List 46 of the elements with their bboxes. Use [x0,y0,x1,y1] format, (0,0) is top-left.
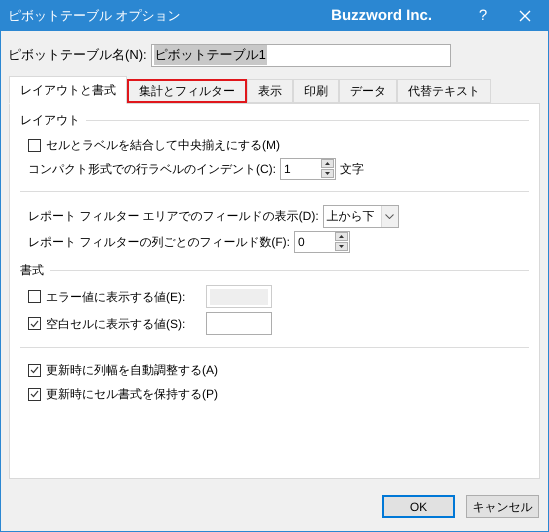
spin-buttons[interactable] [335,232,348,252]
company-name: Buzzword Inc. [331,6,432,26]
checkbox-label: エラー値に表示する値(E): [46,288,186,306]
checkbox[interactable] [28,138,41,152]
check-icon [30,320,39,328]
dropdown-value: 上から下 [326,208,375,225]
spin-field[interactable]: 0 [294,231,350,253]
unit-label: 文字 [340,161,364,178]
field-label: レポート フィルターの列ごとのフィールド数(F): [28,234,290,251]
name-field[interactable]: ピボットテーブル1 [150,44,451,66]
close-icon [519,10,531,22]
section-heading: レイアウト [20,112,80,129]
name-label: ピボットテーブル名(N): [8,46,147,64]
tab[interactable]: 代替テキスト [397,79,491,103]
tab[interactable]: 表示 [247,79,293,103]
tab[interactable]: データ [339,79,397,103]
field-label: コンパクト形式での行ラベルのインデント(C): [28,161,276,178]
checkbox[interactable] [28,364,41,376]
checkbox[interactable] [28,317,41,330]
chevron-down-icon [385,214,394,218]
window-title: ピボットテーブル オプション [7,7,182,26]
check-icon [30,390,39,398]
checkbox-label: 更新時に列幅を自動調整する(A) [46,362,218,379]
checkbox[interactable] [28,388,41,400]
spin-field[interactable]: 1 [280,158,336,180]
spin-value: 0 [298,234,305,251]
dropdown[interactable]: 上から下 [322,204,399,228]
checkbox-label: 更新時にセル書式を保持する(P) [46,386,218,403]
help-button[interactable]: ? [468,1,498,31]
dialog-button[interactable]: キャンセル [466,495,539,518]
check-icon [30,366,39,374]
spin-value: 1 [284,161,291,178]
spin-up-icon[interactable] [335,232,348,241]
section-heading: 書式 [20,262,44,279]
tab[interactable]: 集計とフィルター [127,79,247,103]
spin-down-icon[interactable] [321,169,334,178]
tab[interactable]: 印刷 [293,79,339,103]
spin-down-icon[interactable] [335,242,348,251]
checkbox-label: 空白セルに表示する値(S): [46,316,186,332]
tab[interactable]: レイアウトと書式 [9,76,127,104]
dialog-button[interactable]: OK [382,495,455,518]
spin-buttons[interactable] [321,159,334,179]
field-label: レポート フィルター エリアでのフィールドの表示(D): [28,208,319,225]
input-field[interactable] [206,312,272,335]
spin-up-icon[interactable] [321,159,334,168]
checkbox-label: セルとラベルを結合して中央揃えにする(M) [46,137,280,154]
